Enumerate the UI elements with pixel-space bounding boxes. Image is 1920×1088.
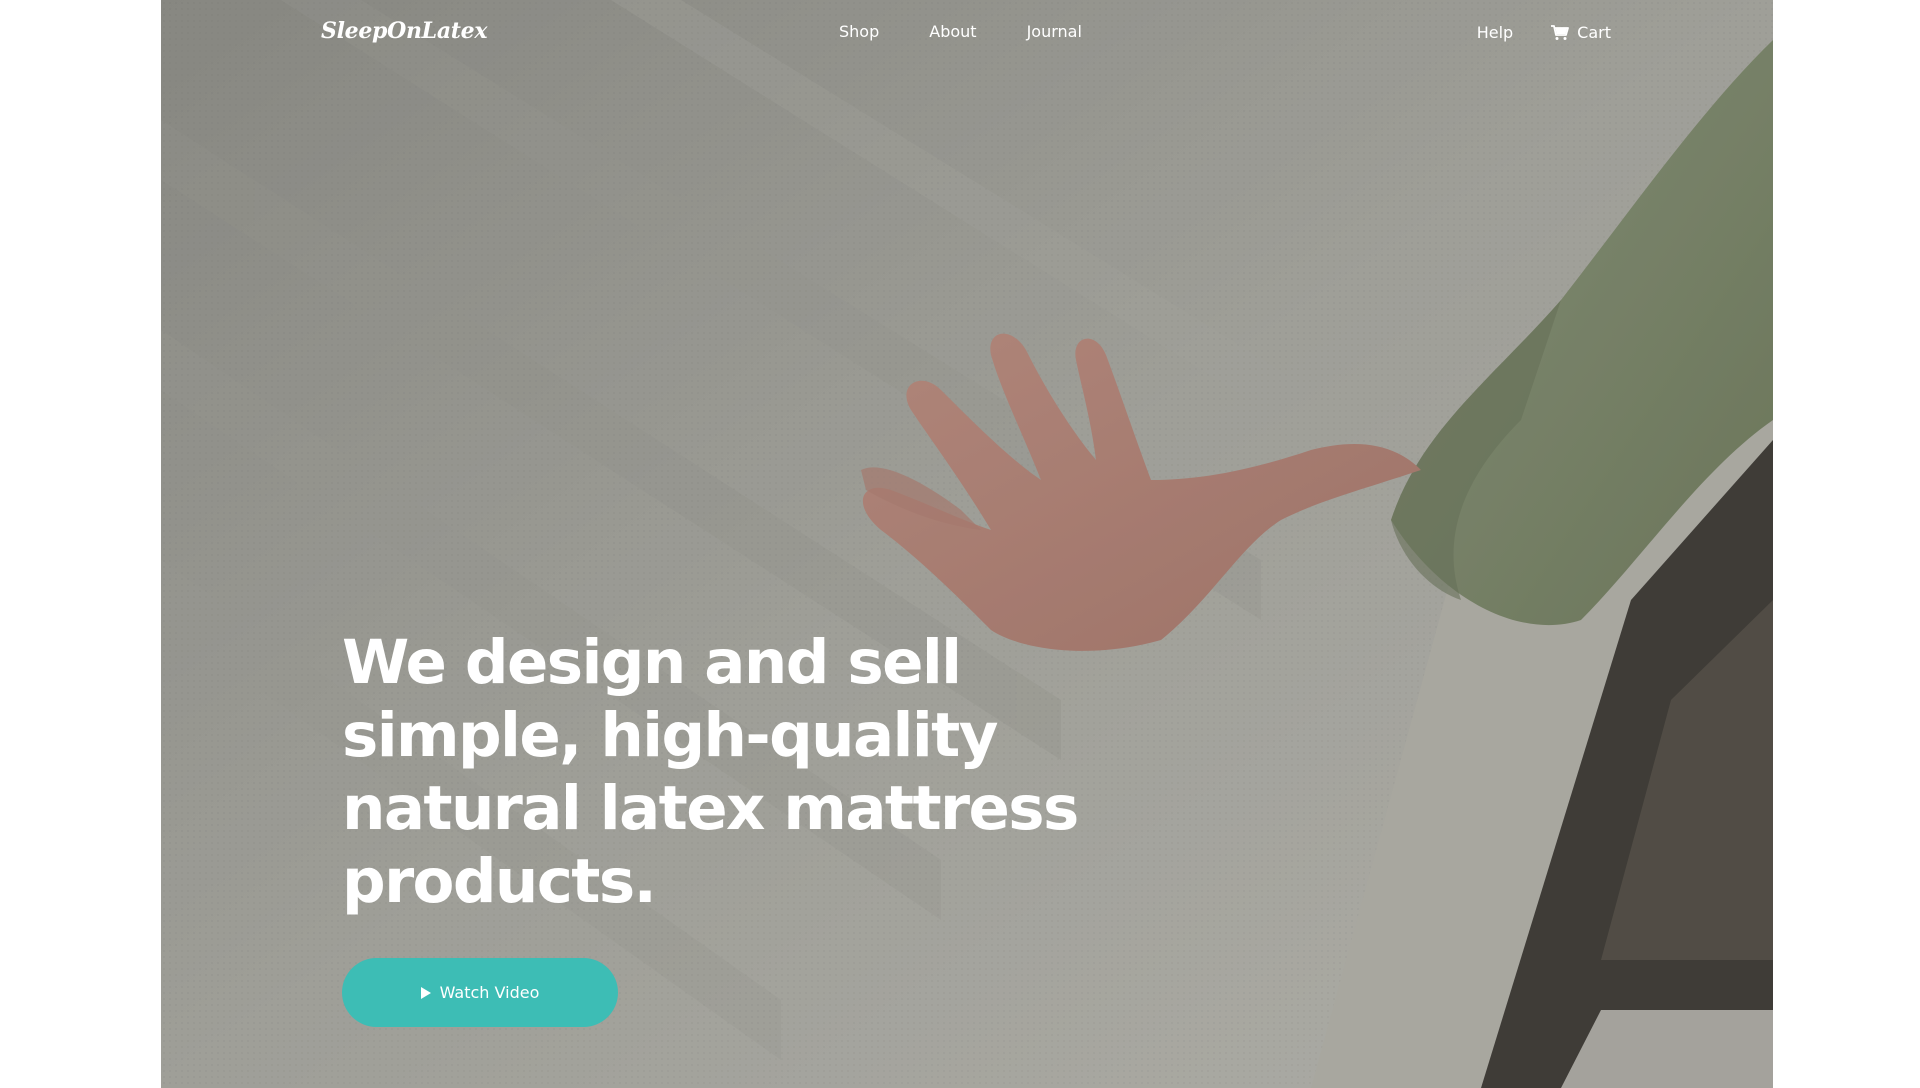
nav-link-shop[interactable]: Shop [839,22,879,41]
play-icon [420,986,431,999]
nav-link-journal[interactable]: Journal [1027,22,1082,41]
cart-icon [1551,24,1570,40]
help-link[interactable]: Help [1477,23,1513,42]
site-header: SleepOnLatex Shop About Journal Help Car… [161,0,1773,70]
watch-video-label: Watch Video [439,983,540,1002]
hero-overlay [161,0,1773,1088]
nav-link-about[interactable]: About [929,22,976,41]
main-nav: Shop About Journal [839,22,1082,41]
cart-button[interactable]: Cart [1551,23,1611,42]
utility-nav: Help Cart [1477,23,1611,42]
hero-section: SleepOnLatex Shop About Journal Help Car… [161,0,1773,1088]
watch-video-button[interactable]: Watch Video [342,958,618,1027]
site-logo[interactable]: SleepOnLatex [321,18,487,44]
cart-label: Cart [1577,23,1611,42]
hero-headline: We design and sell simple, high-quality … [342,627,1079,917]
